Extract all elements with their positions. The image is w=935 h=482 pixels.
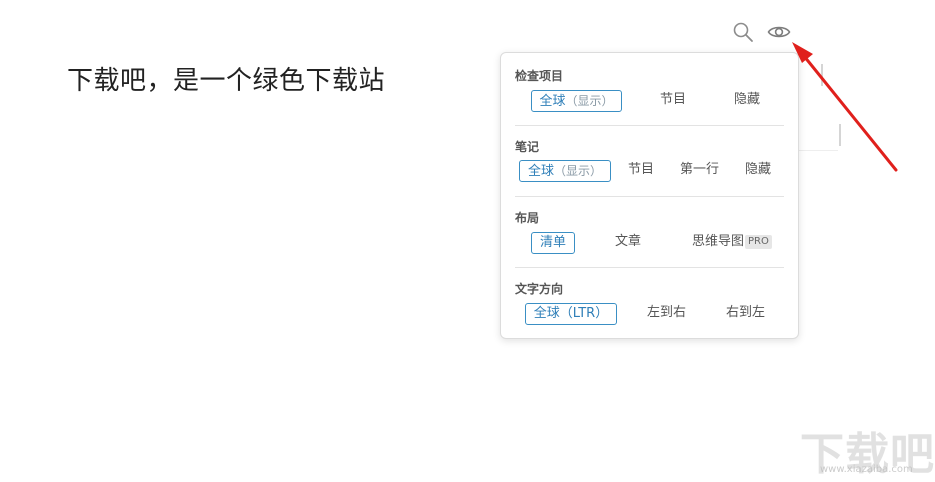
option-global-show[interactable]: 全球（显示） [531,90,622,112]
view-options-button[interactable] [767,20,791,44]
pro-badge: PRO [745,235,772,249]
editor-cursor-bar [839,124,841,146]
section-title: 检查项目 [515,69,564,83]
section-check-items: 检查项目 全球（显示） 节目 隐藏 [515,67,784,127]
option-hide[interactable]: 隐藏 [745,160,771,182]
option-hide[interactable]: 隐藏 [734,90,760,112]
watermark-url: www.xiazaiba.com [820,464,913,475]
section-notes: 笔记 全球（显示） 节目 第一行 隐藏 [515,138,784,198]
option-program[interactable]: 节目 [660,90,686,112]
option-global-ltr[interactable]: 全球（LTR） [525,303,617,325]
section-divider [515,125,784,126]
view-options-panel: 检查项目 全球（显示） 节目 隐藏 笔记 全球（显示） 节目 第一行 隐藏 布局… [500,52,799,339]
option-first-line[interactable]: 第一行 [680,160,719,182]
option-mind-map[interactable]: 思维导图 PRO [692,232,772,254]
section-divider [515,267,784,268]
option-program[interactable]: 节目 [628,160,654,182]
option-article[interactable]: 文章 [615,232,641,254]
section-divider [515,196,784,197]
section-layout: 布局 清单 文章 思维导图 PRO [515,209,784,269]
search-icon [733,22,753,42]
section-title: 布局 [515,211,540,225]
section-text-direction: 文字方向 全球（LTR） 左到右 右到左 [515,280,784,330]
eye-icon [767,26,791,38]
option-left-to-right[interactable]: 左到右 [647,303,686,325]
option-global-show[interactable]: 全球（显示） [519,160,611,182]
section-title: 笔记 [515,140,540,154]
option-right-to-left[interactable]: 右到左 [726,303,765,325]
section-title: 文字方向 [515,282,564,296]
search-button[interactable] [731,20,755,44]
option-list[interactable]: 清单 [531,232,575,254]
document-title: 下载吧，是一个绿色下载站 [67,66,386,96]
editor-cursor-bar [821,64,823,86]
